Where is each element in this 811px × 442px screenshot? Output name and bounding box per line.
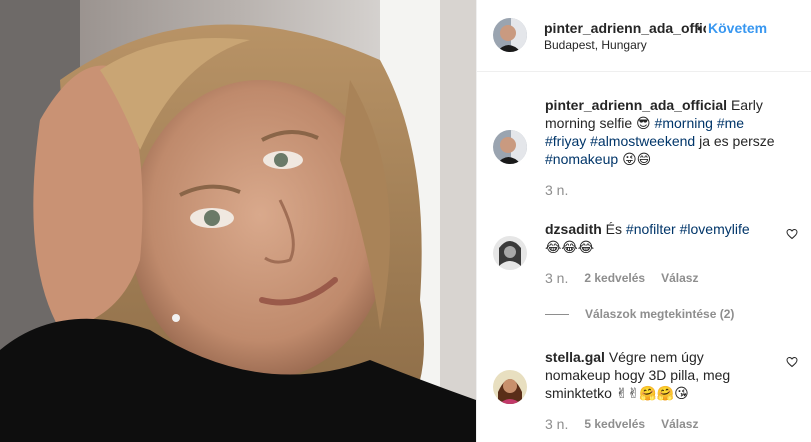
replies-divider (545, 313, 569, 315)
header-separator: • (697, 20, 702, 36)
comment-emojis: ✌✌🤗🤗😘 (615, 385, 689, 401)
post-caption: pinter_adrienn_ada_official Early mornin… (493, 88, 798, 208)
comment-dzsadith: dzsadith És #nofilter #lovemylife 😂😂😂 3 … (493, 212, 798, 322)
author-avatar[interactable] (493, 18, 527, 52)
caption-meta: 3 n. (545, 182, 568, 198)
comment-meta: 3 n. 5 kedvelés Válasz (545, 416, 698, 432)
heart-outline-icon[interactable] (786, 356, 798, 368)
comment-meta: 3 n. 2 kedvelés Válasz (545, 270, 698, 286)
reply-button[interactable]: Válasz (661, 271, 698, 285)
comment-time[interactable]: 3 n. (545, 416, 568, 432)
comment-username[interactable]: dzsadith (545, 221, 602, 237)
comment-time[interactable]: 3 n. (545, 270, 568, 286)
post-photo[interactable] (0, 0, 476, 442)
caption-avatar[interactable] (493, 130, 527, 164)
caption-emoji: 😎 (636, 115, 651, 131)
hashtag-morning[interactable]: #morning (655, 115, 713, 131)
follow-button[interactable]: Követem (708, 20, 767, 36)
post-header: pinter_adrienn_ada_official • Követem Bu… (477, 0, 811, 72)
caption-text: pinter_adrienn_ada_official Early mornin… (545, 96, 775, 168)
heart-outline-icon[interactable] (786, 228, 798, 240)
commenter-avatar[interactable] (493, 236, 527, 270)
caption-emojis: 😜😄 (622, 151, 652, 167)
view-replies-button[interactable]: Válaszok megtekintése (2) (545, 307, 734, 321)
caption-time[interactable]: 3 n. (545, 182, 568, 198)
comment-text: dzsadith És #nofilter #lovemylife 😂😂😂 (545, 220, 765, 256)
reply-button[interactable]: Válasz (661, 417, 698, 431)
post-location[interactable]: Budapest, Hungary (544, 38, 647, 52)
view-replies-label: Válaszok megtekintése (2) (585, 307, 735, 321)
author-username[interactable]: pinter_adrienn_ada_official (544, 20, 706, 36)
commenter-avatar[interactable] (493, 370, 527, 404)
hashtag-nomakeup[interactable]: #nomakeup (545, 151, 618, 167)
hashtag-nofilter[interactable]: #nofilter (626, 221, 676, 237)
hashtag-friyay[interactable]: #friyay (545, 133, 586, 149)
hashtag-me[interactable]: #me (717, 115, 744, 131)
caption-middle: ja es persze (699, 133, 775, 149)
comment-likes[interactable]: 5 kedvelés (584, 417, 645, 431)
caption-username[interactable]: pinter_adrienn_ada_official (545, 97, 727, 113)
comment-stella-gal: stella.gal Végre nem úgy nomakeup hogy 3… (493, 340, 798, 440)
comment-text: stella.gal Végre nem úgy nomakeup hogy 3… (545, 348, 765, 402)
hashtag-lovemylife[interactable]: #lovemylife (680, 221, 750, 237)
comment-body: És (605, 221, 623, 237)
comment-emojis: 😂😂😂 (545, 239, 595, 255)
comment-likes[interactable]: 2 kedvelés (584, 271, 645, 285)
comment-username[interactable]: stella.gal (545, 349, 605, 365)
hashtag-almostweekend[interactable]: #almostweekend (590, 133, 695, 149)
post-side-panel: pinter_adrienn_ada_official • Követem Bu… (476, 0, 811, 442)
